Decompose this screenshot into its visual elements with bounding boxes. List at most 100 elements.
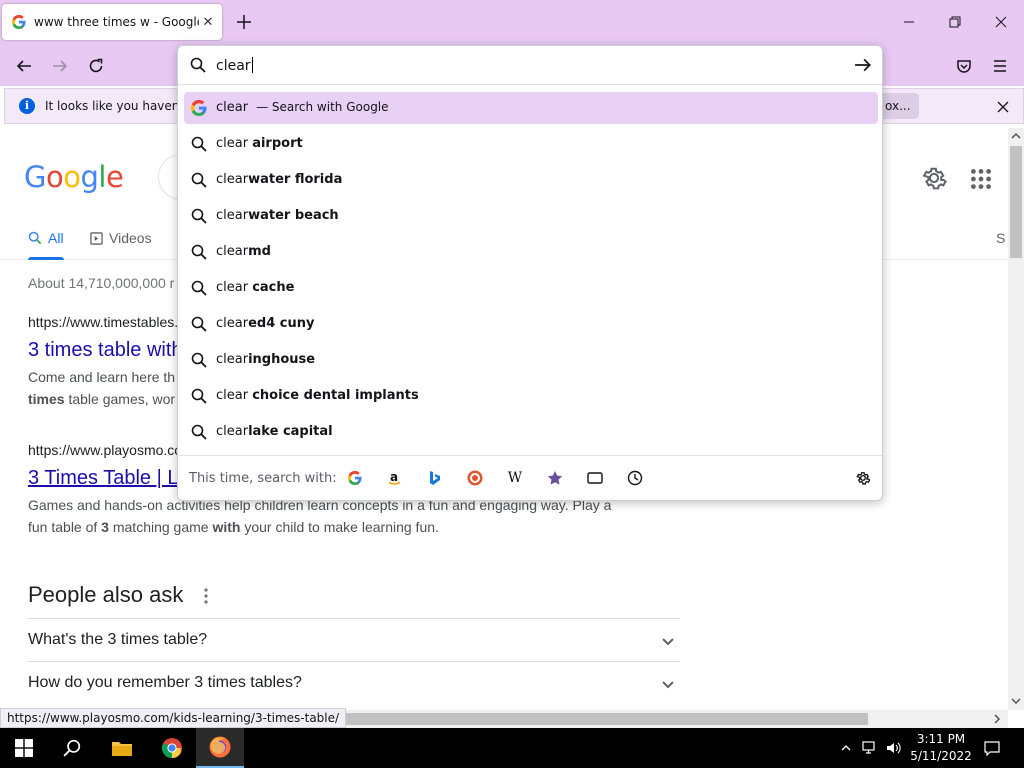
search-icon — [191, 352, 207, 368]
notification-action-button[interactable]: ox... — [879, 93, 919, 119]
back-button[interactable] — [10, 52, 38, 80]
paa-question-text: What's the 3 times table? — [28, 631, 208, 648]
scroll-up-icon[interactable] — [1011, 131, 1021, 141]
suggestion-completion: inghouse — [248, 352, 316, 367]
chrome-icon — [161, 738, 182, 759]
address-bar[interactable]: clear — [178, 46, 882, 85]
google-engine-icon[interactable] — [346, 469, 364, 487]
tab-title: www three times w - Google Se — [34, 15, 199, 29]
firefox-button[interactable] — [196, 728, 244, 768]
snippet-part: your child to make learning fun. — [240, 519, 439, 535]
search-icon — [63, 739, 81, 757]
snippet-bold: times — [28, 391, 65, 407]
suggestion-prefix: clear — [216, 244, 249, 259]
go-arrow-icon[interactable] — [854, 56, 872, 74]
tray-expand-icon[interactable] — [836, 738, 856, 758]
windows-taskbar: 3:11 PM 5/11/2022 — [0, 728, 1024, 768]
suggestion-row[interactable]: clear airport — [184, 128, 878, 160]
forward-button[interactable] — [46, 52, 74, 80]
arrow-left-icon — [16, 60, 31, 72]
amazon-engine-icon[interactable]: a — [386, 469, 404, 487]
settings-gear-icon[interactable] — [920, 164, 948, 192]
suggestion-text: clear choice dental implants — [216, 388, 419, 403]
arrow-right-icon — [53, 60, 68, 72]
suggestion-prefix: clear — [216, 208, 249, 223]
search-icon — [191, 316, 207, 332]
reload-button[interactable] — [82, 52, 110, 80]
google-logo[interactable]: Google — [24, 160, 124, 194]
suggestion-row[interactable]: clear choice dental implants — [184, 380, 878, 412]
address-bar-input[interactable]: clear — [216, 57, 253, 74]
suggestion-row[interactable]: cleared4 cuny — [184, 308, 878, 340]
new-tab-button[interactable] — [232, 10, 256, 34]
suggestion-text: clearmd — [216, 244, 271, 259]
wikipedia-engine-icon[interactable]: W — [506, 469, 524, 487]
restore-button[interactable] — [940, 8, 970, 36]
vertical-scrollbar[interactable] — [1008, 128, 1024, 710]
urlbar-dropdown: clear clear — Search with Google clear ai… — [177, 45, 883, 501]
suggestion-completion: ed4 cuny — [248, 316, 315, 331]
paa-question-text: How do you remember 3 times tables? — [28, 674, 302, 691]
more-options-icon[interactable] — [200, 586, 212, 606]
horizontal-scroll-thumb[interactable] — [300, 713, 868, 725]
chrome-button[interactable] — [148, 728, 196, 768]
close-window-button[interactable] — [986, 8, 1016, 36]
text-caret — [251, 57, 253, 73]
result-stats: About 14,710,000,000 r — [28, 275, 175, 291]
suggestion-row[interactable]: clearinghouse — [184, 344, 878, 376]
pocket-icon — [957, 60, 971, 73]
google-apps-icon[interactable] — [968, 166, 994, 192]
snippet-line: Come and learn here th — [28, 369, 176, 385]
duckduckgo-engine-icon[interactable] — [466, 469, 484, 487]
suggestion-row[interactable]: clearwater beach — [184, 200, 878, 232]
suggestion-row[interactable]: clearwater florida — [184, 164, 878, 196]
scroll-right-icon[interactable] — [992, 714, 1002, 724]
suggestion-completion: md — [248, 244, 271, 259]
tab-videos[interactable]: Videos — [90, 230, 152, 246]
notifications-icon[interactable] — [982, 738, 1002, 758]
notification-close-button[interactable] — [991, 95, 1015, 119]
suggestion-row[interactable]: clear cache — [184, 272, 878, 304]
suggestion-row[interactable]: clearlake capital — [184, 416, 878, 448]
tab-close-icon[interactable]: ✕ — [200, 14, 216, 30]
search-icon — [191, 244, 207, 260]
browser-tab[interactable]: www three times w - Google Se ✕ — [2, 4, 222, 40]
suggestion-row[interactable]: clearmd — [184, 236, 878, 268]
history-icon[interactable] — [626, 469, 644, 487]
suggestion-text: clearwater florida — [216, 172, 342, 187]
firefox-icon — [209, 736, 231, 758]
search-settings-gear-icon[interactable] — [854, 469, 872, 487]
paa-question[interactable]: What's the 3 times table? — [28, 618, 680, 662]
start-button[interactable] — [0, 728, 48, 768]
scroll-down-icon[interactable] — [1011, 696, 1021, 706]
paa-question[interactable]: How do you remember 3 times tables? — [28, 661, 680, 705]
suggestion-text: clearlake capital — [216, 424, 333, 439]
network-icon[interactable] — [860, 738, 880, 758]
file-explorer-button[interactable] — [98, 728, 146, 768]
minimize-button[interactable] — [894, 8, 924, 36]
suggestion-completion: water florida — [248, 172, 343, 187]
suggestion-completion: water beach — [248, 208, 339, 223]
taskbar-search-button[interactable] — [48, 728, 96, 768]
bookmarks-icon[interactable] — [546, 469, 564, 487]
menu-button[interactable] — [986, 52, 1014, 80]
vertical-scroll-thumb[interactable] — [1010, 146, 1022, 258]
suggestion-completion: airport — [252, 136, 303, 151]
clock-date: 5/11/2022 — [910, 749, 972, 763]
tabs-icon[interactable] — [586, 469, 604, 487]
search-icon — [191, 208, 207, 224]
suggestion-completion: lake capital — [248, 424, 333, 439]
volume-icon[interactable] — [884, 738, 904, 758]
suggestion-row-highlighted[interactable]: clear — Search with Google — [184, 92, 878, 124]
suggestion-completion: choice dental implants — [252, 388, 419, 403]
suggestion-text: clear cache — [216, 280, 294, 295]
tab-all[interactable]: All — [28, 230, 64, 246]
suggestion-text: clear airport — [216, 136, 303, 151]
snippet-line: table games, wor — [64, 391, 176, 407]
taskbar-clock[interactable]: 3:11 PM 5/11/2022 — [908, 731, 974, 765]
bing-engine-icon[interactable] — [426, 469, 444, 487]
pocket-button[interactable] — [950, 52, 978, 80]
folder-icon — [112, 742, 132, 756]
one-off-label: This time, search with: — [189, 471, 337, 486]
tab-tools-partial[interactable]: S — [996, 230, 1005, 246]
